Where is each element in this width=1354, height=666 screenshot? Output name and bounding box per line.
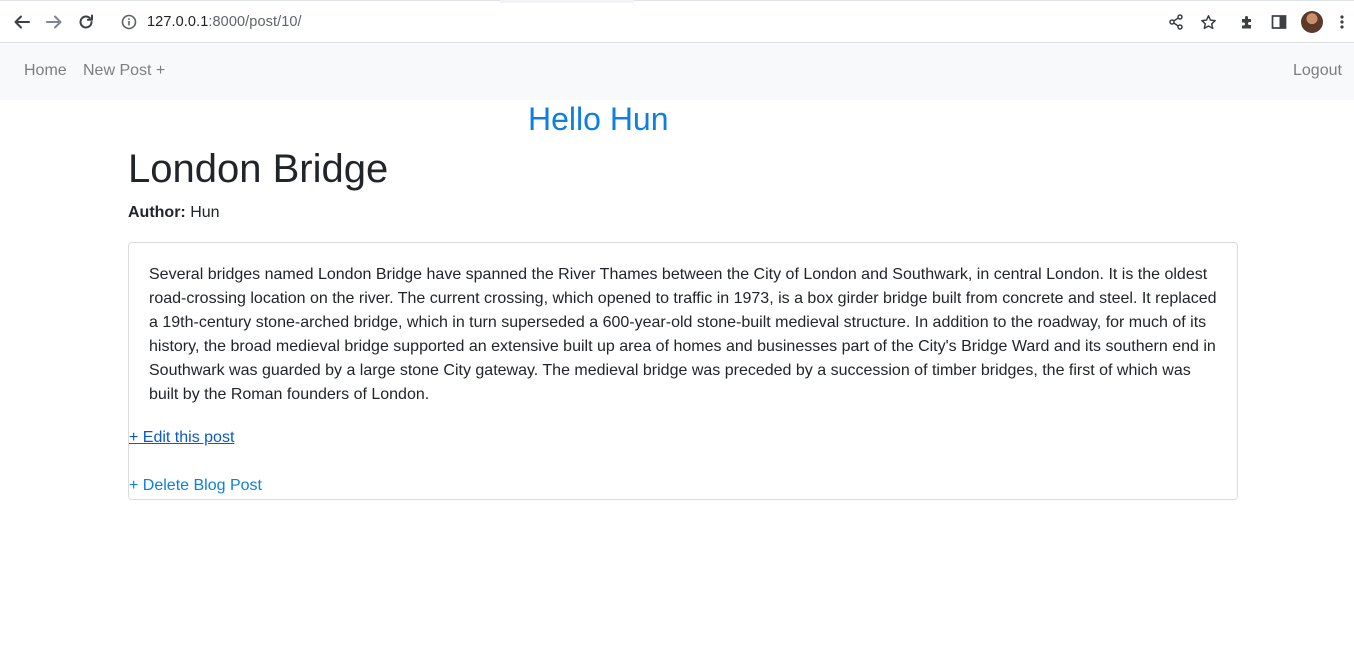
post-author: Author: Hun	[128, 204, 220, 222]
nav-new-post-link[interactable]: New Post +	[83, 62, 165, 80]
reload-icon[interactable]	[71, 7, 101, 37]
side-panel-icon[interactable]	[1264, 7, 1294, 37]
author-label: Author:	[128, 204, 186, 221]
site-navbar: Home New Post + Logout	[0, 44, 1354, 100]
forward-arrow-icon[interactable]	[39, 7, 69, 37]
active-tab-edge	[500, 0, 634, 3]
post-title: London Bridge	[128, 147, 389, 191]
url-text[interactable]: 127.0.0.1:8000/post/10/	[147, 14, 302, 30]
profile-avatar[interactable]	[1301, 11, 1323, 33]
share-icon[interactable]	[1161, 7, 1191, 37]
address-bar[interactable]: 127.0.0.1:8000/post/10/	[108, 4, 1236, 40]
url-path: :8000/post/10/	[208, 14, 302, 30]
browser-menu-icon[interactable]	[1330, 7, 1354, 37]
nav-logout-link[interactable]: Logout	[1293, 62, 1342, 80]
url-host: 127.0.0.1	[147, 14, 209, 30]
author-name: Hun	[190, 204, 220, 221]
delete-post-link[interactable]: + Delete Blog Post	[129, 477, 262, 495]
window-top-border	[0, 0, 1354, 1]
site-info-icon[interactable]	[111, 4, 147, 40]
edit-post-link[interactable]: + Edit this post	[129, 429, 234, 447]
browser-toolbar: 127.0.0.1:8000/post/10/	[0, 0, 1354, 43]
extensions-puzzle-icon[interactable]	[1232, 7, 1262, 37]
greeting-heading: Hello Hun	[528, 101, 669, 137]
post-body: Several bridges named London Bridge have…	[149, 266, 1217, 403]
nav-home-link[interactable]: Home	[24, 62, 67, 80]
back-arrow-icon[interactable]	[7, 7, 37, 37]
bookmark-star-icon[interactable]	[1193, 7, 1223, 37]
post-card: Several bridges named London Bridge have…	[128, 242, 1238, 500]
